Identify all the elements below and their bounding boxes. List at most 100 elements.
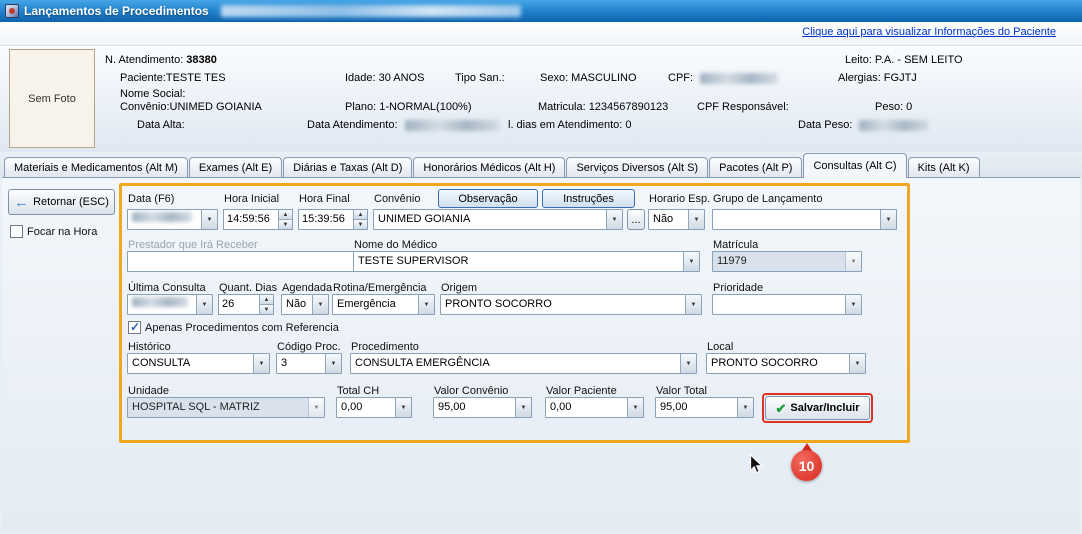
retornar-button[interactable]: ← Retornar (ESC) (8, 189, 115, 215)
data-f6-combobox[interactable]: ▼ (127, 209, 218, 230)
convenio-ellipsis-button[interactable]: ... (627, 209, 645, 230)
chevron-down-icon[interactable]: ▼ (395, 398, 411, 417)
spinner-up-icon[interactable]: ▲ (259, 295, 273, 305)
chevron-down-icon[interactable]: ▼ (515, 398, 531, 417)
titlebar[interactable]: Lançamentos de Procedimentos (0, 0, 1082, 22)
spinner-up-icon[interactable]: ▲ (353, 210, 367, 220)
redacted-data-atendimento (405, 120, 500, 131)
tab-label: Materiais e Medicamentos (Alt M) (14, 162, 178, 174)
matricula-form-label: Matrícula (713, 239, 758, 251)
hora-inicial-label: Hora Inicial (224, 193, 279, 205)
spinner-down-icon[interactable]: ▼ (259, 305, 273, 314)
alergias-field: Alergias:FGJTJ (838, 72, 917, 84)
valor-paciente-label: Valor Paciente (546, 385, 617, 397)
prioridade-combobox[interactable]: ▼ (712, 294, 862, 315)
tab-exames[interactable]: Exames (Alt E) (189, 157, 282, 178)
chevron-down-icon[interactable]: ▼ (688, 210, 704, 229)
local-combobox[interactable]: PRONTO SOCORRO ▼ (706, 353, 866, 374)
retornar-label: Retornar (ESC) (33, 196, 109, 208)
spinner-up-icon[interactable]: ▲ (278, 210, 292, 220)
grupo-lancamento-combobox[interactable]: ▼ (712, 209, 897, 230)
tab-pacotes[interactable]: Pacotes (Alt P) (709, 157, 802, 178)
dias-atendimento-label: l. dias em Atendimento: (508, 119, 622, 131)
procedimento-combobox[interactable]: CONSULTA EMERGÊNCIA ▼ (350, 353, 697, 374)
patient-info-link[interactable]: Clique aqui para visualizar Informações … (802, 26, 1056, 38)
tab-diarias[interactable]: Diárias e Taxas (Alt D) (283, 157, 412, 178)
hora-inicial-spinner[interactable]: 14:59:56 ▲▼ (223, 209, 293, 230)
valor-paciente-combobox[interactable]: 0,00 ▼ (545, 397, 644, 418)
chevron-down-icon[interactable]: ▼ (606, 210, 622, 229)
tab-label: Kits (Alt K) (918, 162, 970, 174)
app-icon (5, 4, 19, 18)
prestador-value (128, 252, 353, 271)
atendimento-value: 38380 (186, 54, 217, 66)
sexo-value: MASCULINO (571, 72, 636, 84)
origem-combobox[interactable]: PRONTO SOCORRO ▼ (440, 294, 702, 315)
tab-consultas[interactable]: Consultas (Alt C) (803, 153, 906, 178)
matricula-label: Matricula: (538, 101, 586, 113)
chevron-down-icon[interactable]: ▼ (627, 398, 643, 417)
convenio-combobox[interactable]: UNIMED GOIANIA ▼ (373, 209, 623, 230)
cpf-resp-label: CPF Responsável: (697, 101, 789, 113)
chevron-down-icon[interactable]: ▼ (683, 252, 699, 271)
apenas-referencia-checkbox[interactable] (128, 321, 141, 334)
total-ch-value: 0,00 (337, 398, 395, 417)
prestador-combobox[interactable]: ▼ (127, 251, 370, 272)
salvar-incluir-button[interactable]: ✔ Salvar/Incluir (765, 396, 870, 420)
chevron-down-icon[interactable]: ▼ (849, 354, 865, 373)
chevron-down-icon[interactable]: ▼ (845, 295, 861, 314)
valor-convenio-value: 95,00 (434, 398, 515, 417)
tab-materiais[interactable]: Materiais e Medicamentos (Alt M) (4, 157, 188, 178)
chevron-down-icon[interactable]: ▼ (196, 295, 212, 314)
tab-kits[interactable]: Kits (Alt K) (908, 157, 980, 178)
chevron-down-icon[interactable]: ▼ (880, 210, 896, 229)
prioridade-value (713, 295, 845, 314)
patient-photo-placeholder: Sem Foto (9, 49, 95, 148)
convenio-field: Convênio:UNIMED GOIANIA (120, 101, 262, 113)
chevron-down-icon[interactable]: ▼ (253, 354, 269, 373)
ellipsis-label: ... (631, 214, 640, 226)
quant-dias-spinner[interactable]: 26 ▲▼ (218, 294, 274, 315)
chevron-down-icon[interactable]: ▼ (737, 398, 753, 417)
horario-esp-combobox[interactable]: Não ▼ (648, 209, 705, 230)
tab-honorarios[interactable]: Honorários Médicos (Alt H) (413, 157, 565, 178)
agendada-combobox[interactable]: Não ▼ (281, 294, 329, 315)
total-ch-combobox[interactable]: 0,00 ▼ (336, 397, 412, 418)
idade-value: 30 ANOS (379, 72, 425, 84)
agendada-label: Agendada (282, 282, 332, 294)
chevron-down-icon[interactable]: ▼ (685, 295, 701, 314)
chevron-down-icon[interactable]: ▼ (201, 210, 217, 229)
valor-convenio-combobox[interactable]: 95,00 ▼ (433, 397, 532, 418)
focar-na-hora-checkbox[interactable] (10, 225, 23, 238)
data-atendimento-label: Data Atendimento: (307, 119, 398, 131)
chevron-down-icon[interactable]: ▼ (312, 295, 328, 314)
spinner-down-icon[interactable]: ▼ (353, 220, 367, 229)
horario-esp-label: Horario Esp. (649, 193, 710, 205)
spinner-down-icon[interactable]: ▼ (278, 220, 292, 229)
ultima-consulta-combobox[interactable]: ▼ (127, 294, 213, 315)
codigo-proc-combobox[interactable]: 3 ▼ (276, 353, 342, 374)
redacted-data-value (132, 212, 192, 222)
chevron-down-icon[interactable]: ▼ (418, 295, 434, 314)
historico-combobox[interactable]: CONSULTA ▼ (127, 353, 270, 374)
observacao-button[interactable]: Observação (438, 189, 538, 208)
tab-servicos[interactable]: Serviços Diversos (Alt S) (566, 157, 708, 178)
salvar-label: Salvar/Incluir (790, 402, 859, 414)
leito-value: P.A. - SEM LEITO (875, 54, 963, 66)
prestador-label: Prestador que Irá Receber (128, 239, 258, 251)
nome-medico-combobox[interactable]: TESTE SUPERVISOR ▼ (353, 251, 700, 272)
valor-total-combobox[interactable]: 95,00 ▼ (655, 397, 754, 418)
chevron-down-icon[interactable]: ▼ (325, 354, 341, 373)
hora-final-value: 15:39:56 (299, 210, 353, 229)
peso-value: 0 (906, 101, 912, 113)
hora-final-spinner[interactable]: 15:39:56 ▲▼ (298, 209, 368, 230)
horario-esp-value: Não (649, 210, 688, 229)
idade-field: Idade:30 ANOS (345, 72, 424, 84)
data-alta-field: Data Alta: (137, 119, 185, 131)
rotina-emergencia-combobox[interactable]: Emergência ▼ (332, 294, 435, 315)
idade-label: Idade: (345, 72, 376, 84)
cpf-label: CPF: (668, 72, 693, 84)
chevron-down-icon: ▼ (308, 398, 324, 417)
instrucoes-button[interactable]: Instruções (542, 189, 635, 208)
chevron-down-icon[interactable]: ▼ (680, 354, 696, 373)
